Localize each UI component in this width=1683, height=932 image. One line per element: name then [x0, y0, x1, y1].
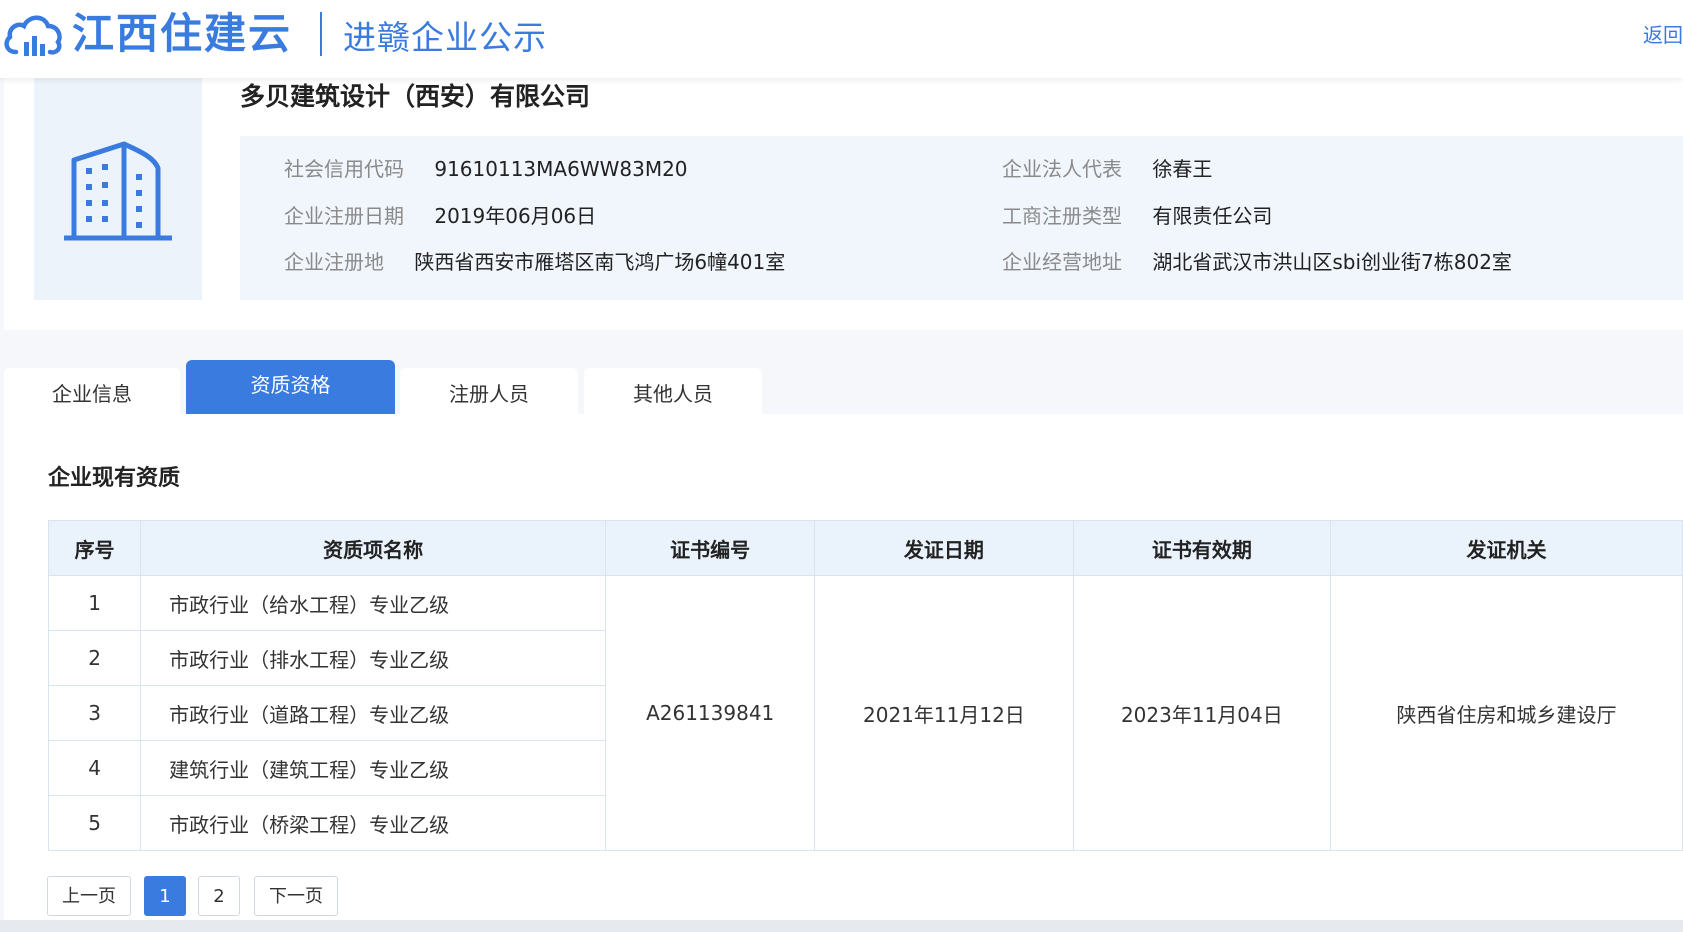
- row-qualification-name: 市政行业（排水工程）专业乙级: [140, 630, 607, 686]
- company-logo-box: [34, 78, 202, 300]
- biz-address-value: 湖北省武汉市洪山区sbi创业街7栋802室: [1152, 250, 1512, 274]
- header-issue-date: 发证日期: [814, 520, 1074, 576]
- header-qualification-name: 资质项名称: [140, 520, 607, 576]
- credit-code-row: 社会信用代码 91610113MA6WW83M20: [284, 154, 688, 184]
- logo-subtitle: 进赣企业公示: [343, 18, 547, 57]
- row-qualification-name: 市政行业（道路工程）专业乙级: [140, 685, 607, 741]
- reg-date-row: 企业注册日期 2019年06月06日: [284, 201, 596, 231]
- cert-no-cell: A261139841: [605, 575, 816, 851]
- company-card: 多贝建筑设计（西安）有限公司 社会信用代码 91610113MA6WW83M20…: [4, 78, 1683, 330]
- legal-rep-label: 企业法人代表: [1002, 157, 1122, 181]
- row-index: 5: [47, 795, 142, 851]
- logo-divider: [320, 12, 322, 56]
- row-qualification-name: 建筑行业（建筑工程）专业乙级: [140, 740, 607, 796]
- valid-until-cell: 2023年11月04日: [1072, 575, 1332, 851]
- logo-text: 江西住建云: [72, 9, 293, 58]
- prev-page-button[interactable]: 上一页: [47, 876, 131, 916]
- tab-other-staff[interactable]: 其他人员: [584, 368, 762, 414]
- biz-type-value: 有限责任公司: [1152, 204, 1273, 228]
- issue-date-cell: 2021年11月12日: [814, 575, 1074, 851]
- row-qualification-name: 市政行业（给水工程）专业乙级: [140, 575, 607, 631]
- reg-place-row: 企业注册地 陕西省西安市雁塔区南飞鸿广场6幢401室: [284, 247, 785, 277]
- row-index: 4: [47, 740, 142, 796]
- row-qualification-name: 市政行业（桥梁工程）专业乙级: [140, 795, 607, 851]
- credit-code-value: 91610113MA6WW83M20: [434, 157, 688, 181]
- company-name: 多贝建筑设计（西安）有限公司: [240, 82, 591, 111]
- page-2-button[interactable]: 2: [198, 876, 240, 916]
- qualification-table: 序号 资质项名称 证书编号 发证日期 证书有效期 发证机关 1 市政行业（给水工…: [47, 520, 1683, 851]
- header-cert-no: 证书编号: [605, 520, 816, 576]
- row-index: 1: [47, 575, 142, 631]
- top-header: 江西住建云 进赣企业公示 返回: [0, 0, 1683, 78]
- biz-address-row: 企业经营地址 湖北省武汉市洪山区sbi创业街7栋802室: [1002, 247, 1512, 277]
- cloud-logo-icon: [4, 15, 62, 56]
- reg-place-value: 陕西省西安市雁塔区南飞鸿广场6幢401室: [414, 250, 786, 274]
- reg-date-label: 企业注册日期: [284, 204, 404, 228]
- row-index: 2: [47, 630, 142, 686]
- horizontal-scrollbar[interactable]: [0, 920, 1683, 932]
- biz-type-label: 工商注册类型: [1002, 204, 1122, 228]
- table-header-row: 序号 资质项名称 证书编号 发证日期 证书有效期 发证机关: [47, 520, 1683, 576]
- next-page-button[interactable]: 下一页: [254, 876, 338, 916]
- header-index: 序号: [47, 520, 142, 576]
- header-valid-until: 证书有效期: [1072, 520, 1332, 576]
- header-authority: 发证机关: [1330, 520, 1683, 576]
- tab-qualifications[interactable]: 资质资格: [186, 360, 395, 414]
- qualification-content: 企业现有资质 序号 资质项名称 证书编号 发证日期 证书有效期 发证机关 1 市…: [4, 414, 1683, 932]
- tab-registered-staff[interactable]: 注册人员: [400, 368, 578, 414]
- authority-cell: 陕西省住房和城乡建设厅: [1330, 575, 1683, 851]
- page-1-button[interactable]: 1: [144, 876, 186, 916]
- table-row: 1 市政行业（给水工程）专业乙级 A261139841 2021年11月12日 …: [47, 575, 1683, 851]
- company-info-panel: 社会信用代码 91610113MA6WW83M20 企业法人代表 徐春王 企业注…: [240, 136, 1683, 300]
- biz-address-label: 企业经营地址: [1002, 250, 1122, 274]
- building-icon: [64, 141, 172, 241]
- biz-type-row: 工商注册类型 有限责任公司: [1002, 201, 1272, 231]
- credit-code-label: 社会信用代码: [284, 157, 404, 181]
- back-link[interactable]: 返回: [1643, 20, 1683, 50]
- row-index: 3: [47, 685, 142, 741]
- legal-rep-value: 徐春王: [1152, 157, 1213, 181]
- legal-rep-row: 企业法人代表 徐春王: [1002, 154, 1212, 184]
- tab-company-info[interactable]: 企业信息: [4, 368, 180, 414]
- reg-date-value: 2019年06月06日: [434, 204, 597, 228]
- tabs-bar: 企业信息 资质资格 注册人员 其他人员: [0, 360, 1683, 414]
- section-title: 企业现有资质: [48, 466, 181, 491]
- reg-place-label: 企业注册地: [284, 250, 384, 274]
